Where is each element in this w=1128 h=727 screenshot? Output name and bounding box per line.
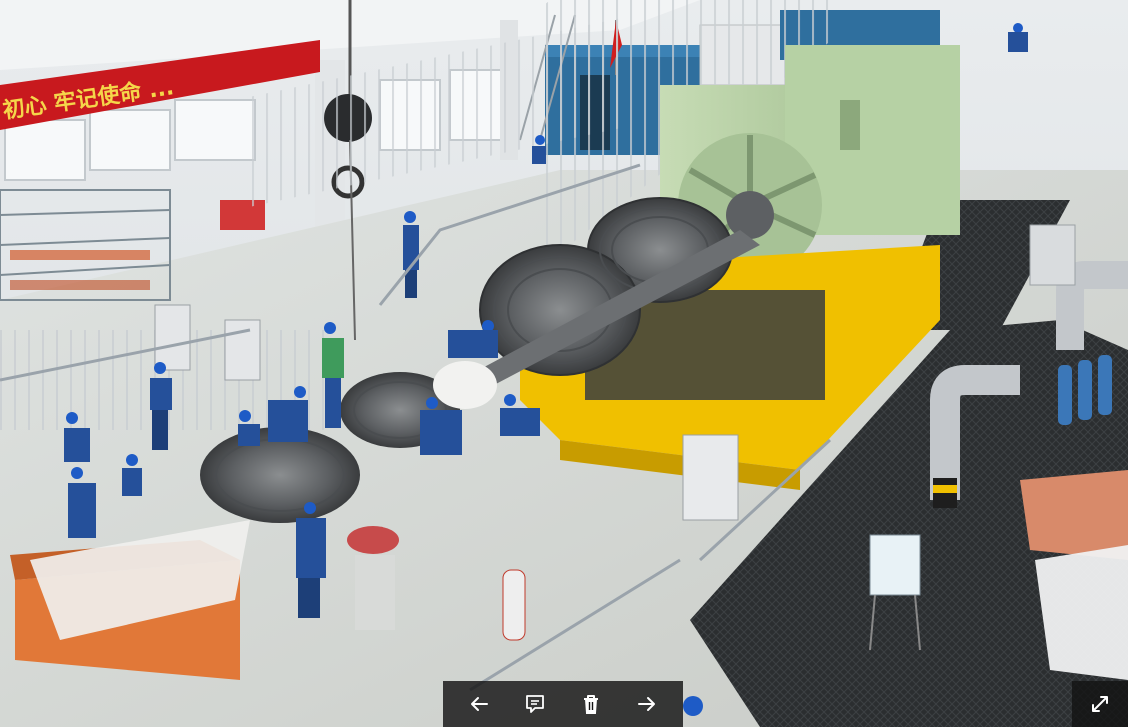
arrow-right-icon xyxy=(638,697,655,711)
delete-button[interactable] xyxy=(571,684,611,724)
expand-icon xyxy=(1092,696,1108,712)
image-viewer: 初心 牢记使命 ... xyxy=(0,0,1128,727)
previous-button[interactable] xyxy=(459,684,499,724)
trash-icon xyxy=(584,695,598,714)
next-button[interactable] xyxy=(627,684,667,724)
fullscreen-button[interactable] xyxy=(1072,681,1128,727)
comment-icon xyxy=(526,695,544,713)
viewer-toolbar xyxy=(443,681,683,727)
turbine-hall-photo: 初心 牢记使命 ... xyxy=(0,0,1128,727)
comment-button[interactable] xyxy=(515,684,555,724)
arrow-left-icon xyxy=(471,697,488,711)
